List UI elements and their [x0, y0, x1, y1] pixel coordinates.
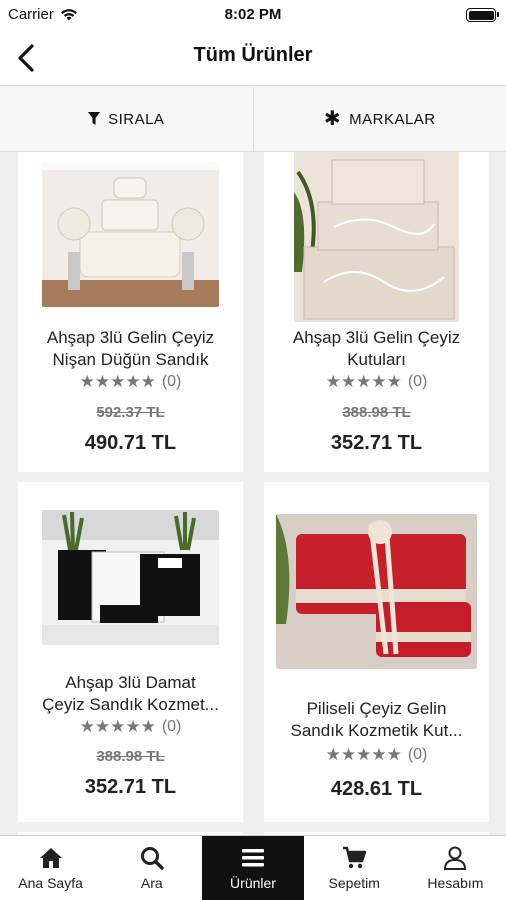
product-card[interactable]: Piliseli Çeyiz Gelin Sandık Kozmetik Kut…	[264, 482, 489, 822]
user-icon	[444, 846, 467, 870]
product-name: Piliseli Çeyiz Gelin Sandık Kozmetik Kut…	[290, 699, 463, 740]
page-title: Tüm Ürünler	[193, 44, 313, 66]
old-price: 592.37 TL	[96, 404, 165, 421]
product-rating: ★★★★★ (0)	[18, 372, 243, 392]
product-card[interactable]: Ahşap 3lü Gelin Çeyiz Nişan Düğün Sandık…	[18, 152, 243, 472]
product-grid: Ahşap 3lü Gelin Çeyiz Nişan Düğün Sandık…	[0, 152, 506, 835]
price: 352.71 TL	[330, 432, 423, 454]
product-image	[42, 510, 219, 645]
filter-icon	[88, 112, 101, 125]
navigation-bar: Tüm Ürünler	[0, 30, 506, 86]
product-rating: ★★★★★ (0)	[264, 372, 489, 392]
product-card[interactable]: Ahşap 3lü Gelin Çeyiz Kutuları ★★★★★ (0)…	[264, 152, 489, 472]
status-time: 8:02 PM	[224, 6, 282, 23]
old-price: 388.98 TL	[342, 404, 411, 421]
tab-cart[interactable]: Sepetim	[304, 836, 405, 900]
product-name: Ahşap 3lü Gelin Çeyiz Kutuları	[292, 328, 461, 369]
rating-count: (0)	[407, 373, 428, 390]
menu-icon	[242, 849, 264, 867]
status-bar: Carrier 8:02 PM	[0, 0, 506, 30]
product-image	[42, 162, 219, 307]
star-rating-icon: ★★★★★	[325, 745, 402, 764]
product-card[interactable]: Ahşap 3lü Damat Çeyiz Sandık Kozmet... ★…	[18, 482, 243, 822]
tab-home[interactable]: Ana Sayfa	[0, 836, 101, 900]
home-icon	[39, 848, 62, 868]
price: 490.71 TL	[84, 432, 177, 454]
tab-products[interactable]: Ürünler	[202, 836, 304, 900]
tab-search[interactable]: Ara	[101, 836, 202, 900]
tab-label: Ana Sayfa	[18, 875, 83, 891]
star-rating-icon: ★★★★★	[79, 372, 156, 391]
price: 428.61 TL	[330, 778, 423, 800]
rating-count: (0)	[161, 718, 182, 735]
tab-label: Hesabım	[427, 875, 484, 891]
brands-label: MARKALAR	[349, 110, 436, 128]
brands-button[interactable]: ✱ MARKALAR	[252, 87, 506, 151]
product-name: Ahşap 3lü Gelin Çeyiz Nişan Düğün Sandık	[46, 328, 215, 369]
sort-button[interactable]: SIRALA	[0, 87, 253, 151]
asterisk-icon: ✱	[323, 108, 342, 130]
star-rating-icon: ★★★★★	[325, 372, 402, 391]
rating-count: (0)	[407, 746, 428, 763]
tab-label: Sepetim	[328, 875, 380, 891]
rating-count: (0)	[161, 373, 182, 390]
tab-label: Ara	[140, 875, 163, 891]
tab-account[interactable]: Hesabım	[405, 836, 506, 900]
product-name: Ahşap 3lü Damat Çeyiz Sandık Kozmet...	[42, 673, 219, 714]
product-image	[276, 514, 477, 669]
cart-icon	[343, 846, 367, 869]
search-icon	[140, 847, 164, 870]
battery-icon	[466, 8, 499, 22]
old-price: 388.98 TL	[96, 748, 165, 765]
filter-bar: SIRALA ✱ MARKALAR	[0, 87, 506, 152]
tab-bar: Ana Sayfa Ara Ürünler Sepetim Hesabım	[0, 835, 506, 900]
star-rating-icon: ★★★★★	[79, 717, 156, 736]
product-image	[294, 152, 459, 322]
tab-label: Ürünler	[230, 875, 276, 891]
price: 352.71 TL	[84, 776, 177, 798]
product-rating: ★★★★★ (0)	[264, 745, 489, 765]
sort-label: SIRALA	[108, 110, 165, 128]
product-rating: ★★★★★ (0)	[18, 717, 243, 737]
